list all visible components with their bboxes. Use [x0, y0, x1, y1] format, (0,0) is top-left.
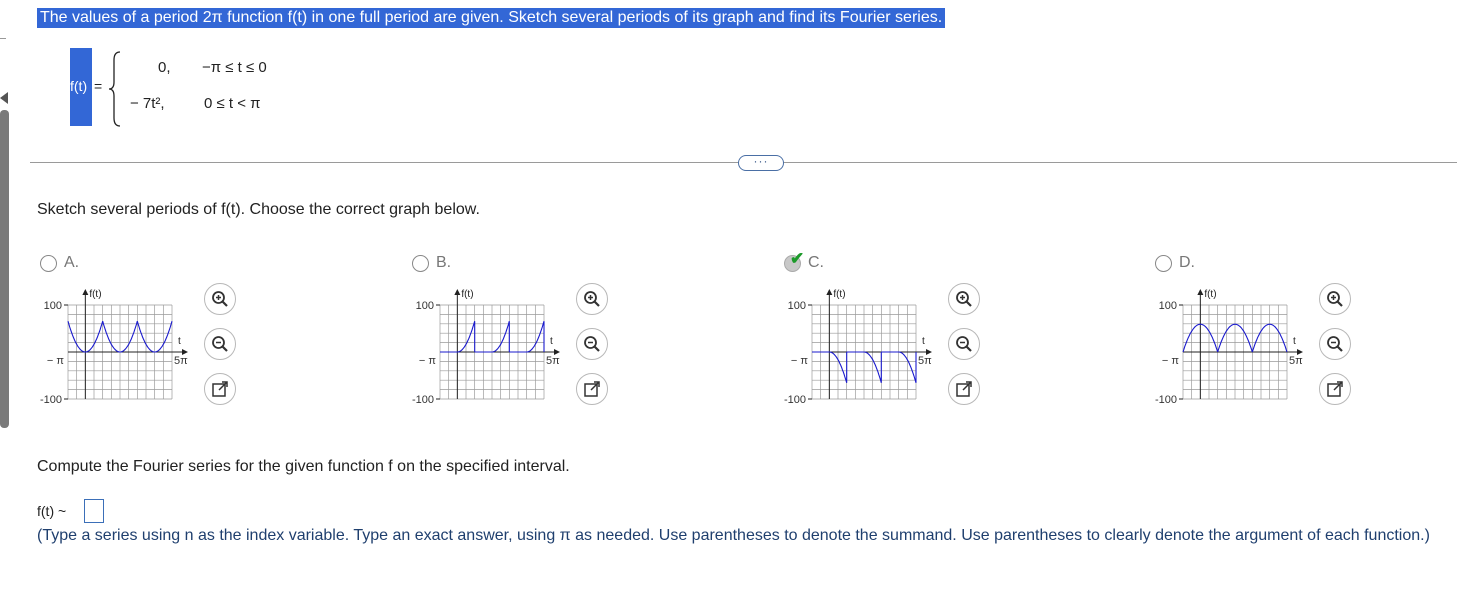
y-max-label: 100 [44, 300, 62, 312]
zoom-in-button[interactable] [576, 283, 608, 315]
left-edge-tick [0, 38, 6, 39]
case2-value: − 7t², [130, 95, 165, 112]
option-label: B. [436, 254, 452, 271]
function-lhs: f(t) [70, 78, 88, 94]
x-axis-label: t [1293, 336, 1296, 347]
scroll-up-arrow-icon[interactable] [0, 92, 8, 104]
option-radio[interactable] [1155, 255, 1172, 272]
option-b[interactable]: B. f(t) t 100 -100 − π 5π [412, 253, 742, 413]
y-max-label: 100 [416, 300, 434, 312]
x-min-label: − π [1162, 355, 1179, 367]
open-new-window-button[interactable] [948, 373, 980, 405]
zoom-out-button[interactable] [1319, 328, 1351, 360]
zoom-out-button[interactable] [204, 328, 236, 360]
zoom-in-icon [584, 291, 600, 307]
open-new-window-icon [212, 381, 228, 397]
zoom-in-icon [956, 291, 972, 307]
answer-hint: (Type a series using n as the index vari… [37, 527, 1430, 544]
checkmark-icon: ✔ [790, 249, 805, 268]
x-max-label: 5π [546, 355, 560, 367]
open-new-window-button[interactable] [576, 373, 608, 405]
y-axis-label: f(t) [461, 289, 473, 300]
x-min-label: − π [47, 355, 64, 367]
y-axis-arrow [82, 289, 89, 295]
y-min-label: -100 [784, 394, 806, 406]
y-max-label: 100 [788, 300, 806, 312]
x-axis-label: t [922, 336, 925, 347]
option-d[interactable]: D. f(t) t 100 -100 − π 5π [1155, 253, 1457, 413]
y-min-label: -100 [40, 394, 62, 406]
zoom-in-icon [212, 291, 228, 307]
y-axis-arrow [826, 289, 833, 295]
option-label: D. [1179, 254, 1195, 271]
x-max-label: 5π [918, 355, 932, 367]
option-label: A. [64, 254, 80, 271]
sketch-prompt: Sketch several periods of f(t). Choose t… [37, 201, 480, 218]
function-equals: = [94, 78, 103, 94]
zoom-out-icon [212, 336, 228, 352]
zoom-in-button[interactable] [204, 283, 236, 315]
answer-label: f(t) ~ [37, 503, 67, 519]
y-axis-arrow [1197, 289, 1204, 295]
option-a[interactable]: A. f(t) t 100 -100 − π 5π [40, 253, 370, 413]
y-min-label: -100 [412, 394, 434, 406]
case1-condition: −π ≤ t ≤ 0 [202, 59, 267, 76]
zoom-out-icon [956, 336, 972, 352]
option-graph: f(t) t 100 -100 − π 5π [784, 289, 932, 406]
left-scrollbar[interactable] [0, 110, 9, 428]
x-max-label: 5π [1289, 355, 1303, 367]
case1-value: 0, [158, 59, 171, 76]
zoom-out-button[interactable] [948, 328, 980, 360]
y-min-label: -100 [1155, 394, 1177, 406]
open-new-window-button[interactable] [1319, 373, 1351, 405]
question-text: The values of a period 2π function f(t) … [37, 8, 946, 28]
zoom-in-button[interactable] [1319, 283, 1351, 315]
open-new-window-icon [584, 381, 600, 397]
zoom-out-icon [1327, 336, 1343, 352]
left-brace [108, 51, 121, 127]
option-c[interactable]: ✔ C. f(t) t 100 -100 − π 5π [784, 249, 1114, 413]
compute-prompt: Compute the Fourier series for the given… [37, 458, 570, 475]
open-new-window-button[interactable] [204, 373, 236, 405]
y-axis-label: f(t) [89, 289, 101, 300]
x-min-label: − π [419, 355, 436, 367]
option-graph: f(t) t 100 -100 − π 5π [412, 289, 560, 406]
zoom-in-button[interactable] [948, 283, 980, 315]
x-axis-label: t [178, 336, 181, 347]
open-new-window-icon [956, 381, 972, 397]
case2-condition: 0 ≤ t < π [204, 95, 261, 112]
zoom-in-icon [1327, 291, 1343, 307]
option-label: C. [808, 254, 824, 271]
x-max-label: 5π [174, 355, 188, 367]
y-max-label: 100 [1159, 300, 1177, 312]
zoom-out-button[interactable] [576, 328, 608, 360]
expand-dots-button[interactable]: ··· [738, 155, 784, 171]
x-min-label: − π [791, 355, 808, 367]
answer-input[interactable] [84, 499, 104, 523]
option-radio[interactable] [40, 255, 57, 272]
option-graph: f(t) t 100 -100 − π 5π [40, 289, 188, 406]
x-axis-label: t [550, 336, 553, 347]
open-new-window-icon [1327, 381, 1343, 397]
y-axis-label: f(t) [833, 289, 845, 300]
y-axis-label: f(t) [1204, 289, 1216, 300]
option-graph: f(t) t 100 -100 − π 5π [1155, 289, 1303, 406]
option-radio[interactable] [412, 255, 429, 272]
zoom-out-icon [584, 336, 600, 352]
y-axis-arrow [454, 289, 461, 295]
